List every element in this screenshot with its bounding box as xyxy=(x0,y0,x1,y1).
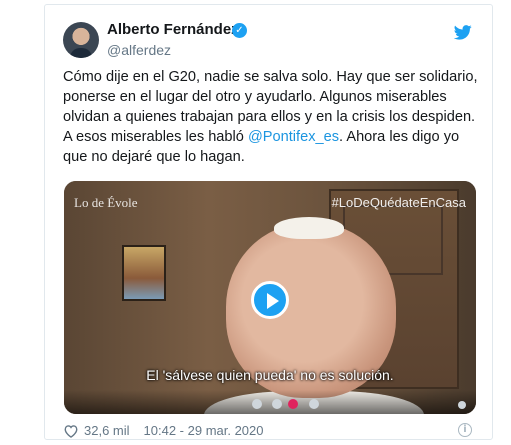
video-watermark-right: #LoDeQuédateEnCasa xyxy=(331,195,466,210)
heart-icon[interactable] xyxy=(63,424,79,438)
video-person xyxy=(204,211,424,414)
tweet-card: Alberto Fernández ✓ @alferdez Cómo dije … xyxy=(44,4,493,440)
tweet-footer: 32,6 mil 10:42 - 29 mar. 2020 xyxy=(63,423,264,438)
mention-link[interactable]: @Pontifex_es xyxy=(248,129,339,145)
author-handle[interactable]: @alferdez xyxy=(107,42,171,58)
info-icon[interactable]: i xyxy=(458,423,472,437)
verified-check-icon: ✓ xyxy=(232,23,247,38)
fullscreen-icon[interactable] xyxy=(458,401,466,409)
avatar[interactable] xyxy=(63,22,99,58)
tweet-text: Cómo dije en el G20, nadie se salva solo… xyxy=(63,67,483,167)
video-controls xyxy=(64,390,476,414)
timestamp[interactable]: 10:42 - 29 mar. 2020 xyxy=(144,423,264,438)
video-control-icon[interactable] xyxy=(272,399,282,409)
author-name[interactable]: Alberto Fernández xyxy=(107,21,239,38)
video-painting xyxy=(122,245,166,301)
play-icon[interactable] xyxy=(251,281,289,319)
video-player[interactable]: Lo de Évole #LoDeQuédateEnCasa El 'sálve… xyxy=(64,181,476,414)
twitter-bird-icon[interactable] xyxy=(454,25,472,40)
video-watermark-left: Lo de Évole xyxy=(74,195,138,210)
video-subtitle: El 'sálvese quien pueda' no es solución. xyxy=(146,367,394,383)
video-control-icon[interactable] xyxy=(309,399,319,409)
video-control-icon[interactable] xyxy=(252,399,262,409)
like-count[interactable]: 32,6 mil xyxy=(84,423,130,438)
video-control-icon[interactable] xyxy=(288,399,298,409)
